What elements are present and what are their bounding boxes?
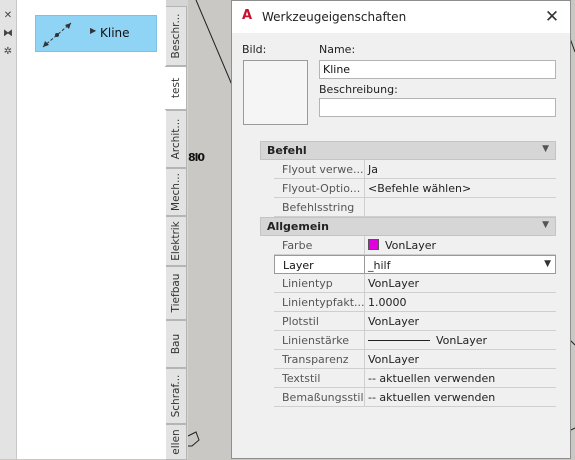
palette-content: ▶ Kline	[17, 0, 166, 459]
tool-item-label: Kline	[100, 26, 130, 40]
name-label: Name:	[319, 43, 356, 56]
property-row[interactable]: Bemaßungsstil -- aktuellen verwenden	[260, 388, 556, 407]
tab-test[interactable]: test	[165, 66, 187, 110]
property-row[interactable]: Linientypfakt... 1.0000	[260, 293, 556, 312]
xline-tool-icon	[42, 22, 72, 48]
property-row-lineweight[interactable]: Linienstärke VonLayer	[260, 331, 556, 350]
property-row[interactable]: Linientyp VonLayer	[260, 274, 556, 293]
property-row[interactable]: Befehlsstring	[260, 198, 556, 217]
collapse-chevron-icon: ▼	[542, 220, 549, 230]
name-input[interactable]	[319, 60, 556, 79]
tab-tabellen[interactable]: ellen	[166, 424, 187, 460]
lineweight-sample	[368, 340, 430, 341]
gear-icon[interactable]: ✲	[2, 46, 14, 58]
close-icon[interactable]: ✕	[2, 10, 14, 22]
property-row-farbe[interactable]: Farbe VonLayer	[260, 236, 556, 255]
image-label: Bild:	[242, 43, 267, 56]
tool-image-preview[interactable]	[243, 60, 308, 125]
property-grid: Befehl ▼ Flyout verwe... Ja Flyout-Optio…	[260, 141, 556, 407]
chevron-down-icon[interactable]: ▼	[544, 259, 551, 269]
tab-bau[interactable]: Bau	[166, 320, 187, 368]
tab-tiefbau[interactable]: Tiefbau	[166, 266, 187, 320]
drawing-text: 8l0	[188, 151, 205, 164]
dialog-titlebar[interactable]: A Werkzeugeigenschaften ✕	[232, 1, 570, 33]
description-label: Beschreibung:	[319, 83, 398, 96]
palette-tabs: Beschr... test Archit... Mech... Elektri…	[165, 0, 188, 460]
collapse-chevron-icon: ▼	[542, 144, 549, 154]
tab-mechanik[interactable]: Mech...	[166, 168, 187, 216]
category-befehl[interactable]: Befehl ▼	[260, 141, 556, 160]
property-row[interactable]: Plotstil VonLayer	[260, 312, 556, 331]
color-swatch	[368, 239, 379, 250]
tab-architektur[interactable]: Archit...	[166, 110, 187, 168]
autohide-icon[interactable]: ⧓	[2, 28, 14, 40]
autocad-logo-icon: A	[242, 8, 253, 23]
property-row[interactable]: Flyout verwe... Ja	[260, 160, 556, 179]
description-input[interactable]	[319, 98, 556, 117]
property-row-layer[interactable]: Layer _hilf ▼	[260, 255, 556, 274]
close-button[interactable]: ✕	[540, 5, 564, 29]
tab-elektrik[interactable]: Elektrik	[166, 216, 187, 266]
property-row[interactable]: Transparenz VonLayer	[260, 350, 556, 369]
tab-beschriftung[interactable]: Beschr...	[166, 6, 187, 66]
tool-properties-dialog: A Werkzeugeigenschaften ✕ Bild: Name: Be…	[231, 0, 571, 459]
property-row[interactable]: Flyout-Optio... <Befehle wählen>	[260, 179, 556, 198]
palette-control-strip: ✕ ⧓ ✲	[0, 0, 17, 459]
tool-item-kline[interactable]: ▶ Kline	[35, 15, 157, 52]
dialog-title: Werkzeugeigenschaften	[262, 10, 407, 24]
tool-palette: ✕ ⧓ ✲ ▶ Kline Beschr... test Archit... M…	[0, 0, 188, 460]
tab-schraffuren[interactable]: Schraf...	[166, 368, 187, 424]
layer-dropdown[interactable]: _hilf ▼	[365, 255, 556, 274]
property-row[interactable]: Textstil -- aktuellen verwenden	[260, 369, 556, 388]
category-allgemein[interactable]: Allgemein ▼	[260, 217, 556, 236]
flyout-arrow-icon: ▶	[90, 26, 97, 35]
